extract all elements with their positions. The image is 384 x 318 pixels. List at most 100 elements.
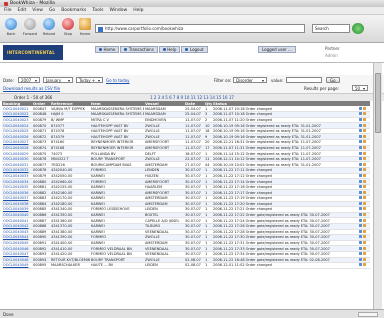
table-row[interactable]: OOCL0040042 000888 4341370-00 KARWEI TILBURG…	[2, 223, 370, 230]
booking-link[interactable]: OOCL0040028	[2, 145, 32, 152]
view-icon[interactable]	[359, 218, 362, 222]
edit-icon[interactable]	[363, 185, 366, 189]
value-input[interactable]	[286, 77, 322, 83]
edit-icon[interactable]	[363, 263, 366, 267]
view-icon[interactable]	[359, 241, 362, 245]
booking-link[interactable]: OOCL0040033	[2, 173, 32, 180]
edit-icon[interactable]	[363, 112, 366, 116]
table-row[interactable]: OOCL0040024 000870 874377 HAUTEHOPP VAST BV…	[2, 122, 370, 129]
view-icon[interactable]	[359, 162, 362, 166]
filter-on-select[interactable]: Disorder ▾	[233, 77, 267, 83]
edit-icon[interactable]	[363, 201, 366, 205]
edit-icon[interactable]	[363, 235, 366, 239]
view-icon[interactable]	[359, 190, 362, 194]
view-icon[interactable]	[359, 106, 362, 110]
booking-link[interactable]: OOCL0040029	[2, 150, 32, 157]
edit-icon[interactable]	[363, 168, 366, 172]
edit-icon[interactable]	[363, 145, 366, 149]
edit-icon[interactable]	[363, 196, 366, 200]
booking-link[interactable]: OOCL0040023	[2, 117, 32, 124]
view-icon[interactable]	[359, 235, 362, 239]
edit-icon[interactable]	[363, 213, 366, 217]
view-icon[interactable]	[359, 123, 362, 127]
booking-link[interactable]: OOCL0040024	[2, 122, 32, 129]
edit-icon[interactable]	[363, 123, 366, 127]
menu-file[interactable]: File	[4, 8, 12, 13]
edit-icon[interactable]	[363, 151, 366, 155]
tab-logout[interactable]: Logout	[181, 46, 208, 53]
menu-window[interactable]: Window	[109, 8, 127, 13]
menu-view[interactable]: View	[32, 8, 43, 13]
table-row[interactable]: OOCL0040049 000895 MAARSCHALKER HAUTE ... B…	[2, 262, 370, 269]
home-button[interactable]: Home	[76, 17, 94, 41]
month-select[interactable]: January ▾	[43, 77, 73, 83]
booking-link[interactable]: OOCL0040044	[2, 234, 32, 241]
booking-link[interactable]: OOCL0040022	[2, 111, 32, 118]
results-per-page-select[interactable]: 50 ▾	[352, 85, 368, 91]
booking-link[interactable]: OOCL0040042	[2, 223, 32, 230]
view-icon[interactable]	[359, 173, 362, 177]
table-row[interactable]: OOCL0040043 000889 4341380-00 KARWEI VEENEND…	[2, 229, 370, 236]
edit-icon[interactable]	[363, 140, 366, 144]
view-icon[interactable]	[359, 224, 362, 228]
booking-link[interactable]: OOCL0040021	[2, 106, 32, 113]
reload-button[interactable]: Reload	[40, 17, 58, 41]
edit-icon[interactable]	[363, 246, 366, 250]
table-row[interactable]: OOCL0040045 000891 4341400-00 KARWEI AMSTERD…	[2, 240, 370, 247]
booking-link[interactable]: OOCL0040048	[2, 257, 32, 264]
year-select[interactable]: 2007 ▾	[18, 77, 40, 83]
menu-tools[interactable]: Tools	[92, 8, 103, 13]
booking-link[interactable]: OOCL0040034	[2, 178, 32, 185]
tab-help[interactable]: Help	[158, 46, 181, 53]
table-row[interactable]: OOCL0040027 000873 874160 REYNENMOER INTERI…	[2, 139, 370, 146]
edit-icon[interactable]	[363, 179, 366, 183]
table-row[interactable]: OOCL0040025 000871 874378 HAUTEHOPP VAST BV…	[2, 128, 370, 135]
booking-link[interactable]: OOCL0040046	[2, 245, 32, 252]
booking-link[interactable]: OOCL0040035	[2, 184, 32, 191]
edit-icon[interactable]	[363, 229, 366, 233]
search-button[interactable]: Search	[312, 24, 350, 33]
view-icon[interactable]	[359, 145, 362, 149]
view-icon[interactable]	[359, 117, 362, 121]
edit-icon[interactable]	[363, 129, 366, 133]
booking-link[interactable]: OOCL0040032	[2, 167, 32, 174]
view-icon[interactable]	[359, 185, 362, 189]
booking-link[interactable]: OOCL0040027	[2, 139, 32, 146]
edit-icon[interactable]	[363, 173, 366, 177]
edit-icon[interactable]	[363, 218, 366, 222]
booking-link[interactable]: OOCL0040026	[2, 133, 32, 141]
view-icon[interactable]	[359, 257, 362, 261]
scrollbar-thumb[interactable]	[375, 73, 381, 133]
booking-link[interactable]: OOCL0040039	[2, 206, 32, 213]
booking-link[interactable]: OOCL0040043	[2, 229, 32, 236]
view-icon[interactable]	[359, 207, 362, 211]
goto-today-link[interactable]: Go to today	[106, 78, 129, 83]
view-icon[interactable]	[359, 168, 362, 172]
view-icon[interactable]	[359, 252, 362, 256]
booking-link[interactable]: OOCL0040047	[2, 251, 32, 258]
view-icon[interactable]	[359, 263, 362, 267]
menu-go[interactable]: Go	[49, 8, 55, 13]
view-icon[interactable]	[359, 201, 362, 205]
edit-icon[interactable]	[363, 224, 366, 228]
table-row[interactable]: OOCL0040028 000874 874168 REYNENMOER INTERI…	[2, 145, 370, 152]
booking-link[interactable]: OOCL0040025	[2, 128, 32, 135]
edit-icon[interactable]	[363, 106, 366, 110]
table-row[interactable]: OOCL0040046 000892 4341410-00 FORMEO VELDRA…	[2, 245, 370, 252]
view-icon[interactable]	[359, 140, 362, 144]
table-row[interactable]: OOCL0040030 000876 MN4322 T BOURY TRANSPORT…	[2, 156, 370, 163]
pager-links[interactable]: 1 2 3 4 5 6 7 8 9 10 11 12 13 14 15 16 1…	[150, 95, 234, 100]
edit-icon[interactable]	[363, 257, 366, 261]
table-row[interactable]: OOCL0040040 000886 4341350-00 KARWEI BOXTEL 3…	[2, 212, 370, 219]
booking-link[interactable]: OOCL0040045	[2, 240, 32, 247]
logged-user-tab[interactable]: Logged user ...	[258, 46, 296, 53]
view-icon[interactable]	[359, 129, 362, 133]
view-icon[interactable]	[359, 229, 362, 233]
view-icon[interactable]	[359, 151, 362, 155]
edit-icon[interactable]	[363, 162, 366, 166]
edit-icon[interactable]	[363, 207, 366, 211]
booking-link[interactable]: OOCL0040036	[2, 189, 32, 196]
table-row[interactable]: OOCL0040041 000887 4341360-00 KARWEI CAPELLE…	[2, 217, 370, 224]
download-csv-link[interactable]: Download results as CSV file	[3, 86, 60, 91]
booking-link[interactable]: OOCL0040041	[2, 217, 32, 224]
